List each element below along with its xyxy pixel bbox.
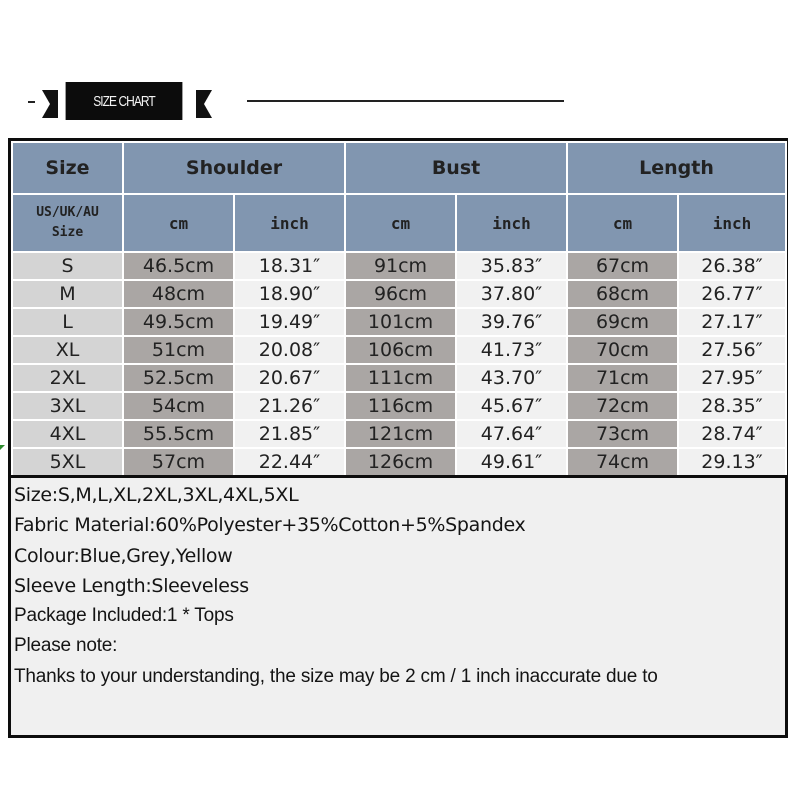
cell-bust-cm: 101cm — [344, 307, 458, 337]
note-line: Fabric Material:60%Polyester+35%Cotton+5… — [14, 514, 526, 537]
unit-length-inch: inch — [677, 193, 788, 253]
cell-size: 2XL — [11, 363, 124, 393]
cell-shoulder-inch: 22.44″ — [232, 447, 347, 478]
unit-bust-inch: inch — [455, 193, 569, 253]
cell-shoulder-inch: 18.90″ — [232, 279, 347, 309]
table-row: 3XL 54cm 21.26″ 116cm 45.67″ 72cm 28.35″ — [11, 391, 788, 421]
cell-length-inch: 29.13″ — [677, 447, 788, 478]
cell-bust-cm: 91cm — [344, 251, 458, 281]
cell-length-cm: 72cm — [566, 391, 680, 421]
cell-shoulder-inch: 19.49″ — [232, 307, 347, 337]
note-line: Package Included:1 * Tops — [14, 605, 234, 627]
banner-title: SIZE CHART — [93, 92, 155, 110]
cell-shoulder-cm: 57cm — [122, 447, 235, 478]
table-row: M 48cm 18.90″ 96cm 37.80″ 68cm 26.77″ — [11, 279, 788, 309]
header-size: Size — [11, 141, 124, 195]
cell-bust-inch: 45.67″ — [455, 391, 569, 421]
cell-bust-inch: 39.76″ — [455, 307, 569, 337]
cell-shoulder-cm: 54cm — [122, 391, 235, 421]
cell-shoulder-cm: 52.5cm — [122, 363, 235, 393]
cell-bust-inch: 43.70″ — [455, 363, 569, 393]
cell-bust-cm: 106cm — [344, 335, 458, 365]
table-row: 4XL 55.5cm 21.85″ 121cm 47.64″ 73cm 28.74″ — [11, 419, 788, 449]
note-line: Sleeve Length:Sleeveless — [14, 574, 249, 597]
cell-shoulder-inch: 18.31″ — [232, 251, 347, 281]
cell-size: 3XL — [11, 391, 124, 421]
unit-shoulder-inch: inch — [232, 193, 347, 253]
header-shoulder: Shoulder — [121, 141, 347, 195]
cell-bust-inch: 49.61″ — [455, 447, 569, 478]
cell-comment-marker — [0, 445, 5, 450]
table-row: L 49.5cm 19.49″ 101cm 39.76″ 69cm 27.17″ — [11, 307, 788, 337]
cell-bust-inch: 37.80″ — [455, 279, 569, 309]
product-notes: Size:S,M,L,XL,2XL,3XL,4XL,5XL Fabric Mate… — [11, 478, 785, 692]
cell-bust-inch: 35.83″ — [455, 251, 569, 281]
unit-bust-cm: cm — [344, 193, 458, 253]
size-chart-box: Size Shoulder Bust Length US/UK/AU Size … — [8, 138, 788, 738]
size-region-line1: US/UK/AU — [36, 205, 99, 220]
note-line: Thanks to your understanding, the size m… — [14, 665, 658, 687]
header-bust: Bust — [344, 141, 569, 195]
header-row-units: US/UK/AU Size cm inch cm inch cm inch — [11, 193, 788, 253]
banner-dash — [28, 101, 35, 103]
banner-ribbon: SIZE CHART — [65, 82, 183, 120]
cell-bust-cm: 121cm — [344, 419, 458, 449]
cell-shoulder-inch: 21.85″ — [232, 419, 347, 449]
cell-length-inch: 27.17″ — [677, 307, 788, 337]
header-row-groups: Size Shoulder Bust Length — [11, 141, 788, 195]
cell-shoulder-cm: 46.5cm — [122, 251, 235, 281]
cell-length-inch: 27.95″ — [677, 363, 788, 393]
cell-length-cm: 67cm — [566, 251, 680, 281]
size-chart-banner: SIZE CHART — [0, 80, 800, 125]
unit-shoulder-cm: cm — [122, 193, 235, 253]
cell-shoulder-inch: 20.67″ — [232, 363, 347, 393]
header-length: Length — [566, 141, 788, 195]
cell-shoulder-cm: 48cm — [122, 279, 235, 309]
cell-size: 4XL — [11, 419, 124, 449]
cell-size: XL — [11, 335, 124, 365]
table-row: S 46.5cm 18.31″ 91cm 35.83″ 67cm 26.38″ — [11, 251, 788, 281]
table-row: 5XL 57cm 22.44″ 126cm 49.61″ 74cm 29.13″ — [11, 447, 788, 478]
ribbon-tail-right — [196, 90, 212, 118]
note-line: Colour:Blue,Grey,Yellow — [14, 544, 233, 567]
header-size-region: US/UK/AU Size — [11, 193, 124, 253]
note-line: Please note: — [14, 635, 118, 657]
cell-bust-cm: 126cm — [344, 447, 458, 478]
cell-shoulder-inch: 20.08″ — [232, 335, 347, 365]
cell-shoulder-inch: 21.26″ — [232, 391, 347, 421]
cell-shoulder-cm: 49.5cm — [122, 307, 235, 337]
ribbon-tail-left — [42, 90, 58, 118]
cell-length-inch: 27.56″ — [677, 335, 788, 365]
cell-size: M — [11, 279, 124, 309]
table-row: 2XL 52.5cm 20.67″ 111cm 43.70″ 71cm 27.95″ — [11, 363, 788, 393]
cell-length-inch: 28.74″ — [677, 419, 788, 449]
cell-bust-cm: 116cm — [344, 391, 458, 421]
cell-bust-cm: 96cm — [344, 279, 458, 309]
cell-length-cm: 74cm — [566, 447, 680, 478]
cell-length-inch: 26.38″ — [677, 251, 788, 281]
cell-length-cm: 73cm — [566, 419, 680, 449]
cell-size: 5XL — [11, 447, 124, 478]
cell-size: L — [11, 307, 124, 337]
cell-length-cm: 71cm — [566, 363, 680, 393]
cell-bust-cm: 111cm — [344, 363, 458, 393]
cell-length-cm: 70cm — [566, 335, 680, 365]
cell-length-cm: 68cm — [566, 279, 680, 309]
cell-shoulder-cm: 51cm — [122, 335, 235, 365]
cell-length-cm: 69cm — [566, 307, 680, 337]
banner-rule — [247, 100, 564, 102]
table-row: XL 51cm 20.08″ 106cm 41.73″ 70cm 27.56″ — [11, 335, 788, 365]
cell-length-inch: 28.35″ — [677, 391, 788, 421]
size-region-line2: Size — [51, 225, 84, 240]
cell-bust-inch: 47.64″ — [455, 419, 569, 449]
cell-length-inch: 26.77″ — [677, 279, 788, 309]
note-line: Size:S,M,L,XL,2XL,3XL,4XL,5XL — [14, 484, 299, 506]
size-table: Size Shoulder Bust Length US/UK/AU Size … — [11, 141, 788, 478]
cell-size: S — [11, 251, 124, 281]
unit-length-cm: cm — [566, 193, 680, 253]
cell-shoulder-cm: 55.5cm — [122, 419, 235, 449]
cell-bust-inch: 41.73″ — [455, 335, 569, 365]
